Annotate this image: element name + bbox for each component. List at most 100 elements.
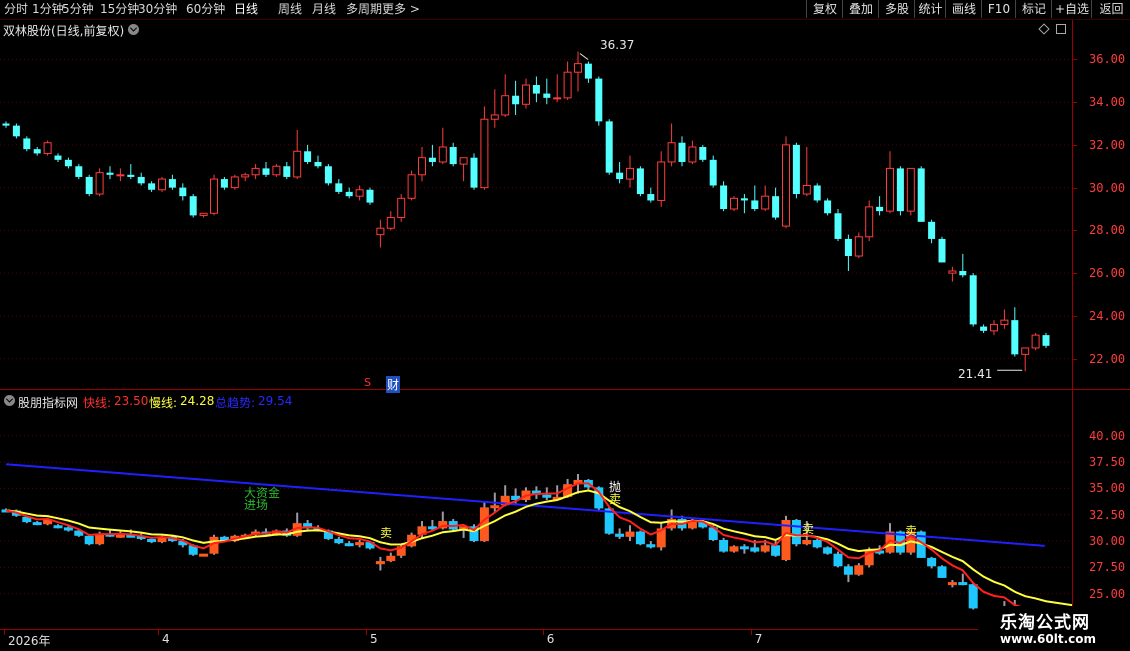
- candle-body-97: [1011, 320, 1019, 355]
- price-tick-mark-5: [1073, 144, 1077, 146]
- event-marker[interactable]: S: [364, 376, 371, 389]
- ind-body-6: [63, 527, 73, 531]
- price-tick-3: 28.00: [1089, 223, 1126, 238]
- candle-body-10: [106, 172, 114, 175]
- candle-body-52: [543, 93, 551, 98]
- ind-body-5: [53, 525, 63, 529]
- ind-body-11: [115, 534, 125, 538]
- candle-body-26: [272, 165, 281, 176]
- candle-body-2: [23, 138, 31, 150]
- ind-body-91: [947, 582, 957, 586]
- enter-label: 进场: [244, 498, 269, 512]
- candle-body-69: [720, 185, 728, 209]
- candle-body-11: [116, 174, 125, 177]
- candle-body-71: [740, 198, 748, 201]
- candle-body-88: [917, 168, 925, 222]
- date-label-1: 4: [162, 632, 170, 646]
- candle-body-81: [844, 238, 852, 257]
- candle-body-13: [137, 176, 145, 184]
- ind-body-72: [750, 547, 760, 552]
- candle-body-55: [574, 63, 582, 73]
- indicator-name: 股朋指标网: [18, 396, 79, 410]
- candle-body-82: [854, 236, 863, 257]
- candle-body-25: [262, 168, 270, 175]
- ind-body-52: [542, 494, 552, 498]
- indicator-dropdown-icon[interactable]: [4, 395, 15, 406]
- price-tick-mark-4: [1073, 187, 1077, 189]
- date-label-0: 2026年: [8, 634, 51, 648]
- ind-body-89: [927, 557, 937, 567]
- price-tick-mark-7: [1073, 59, 1077, 61]
- candle-body-12: [127, 174, 135, 177]
- candle-body-14: [148, 183, 156, 190]
- ind-body-47: [490, 505, 500, 509]
- date-tick-2: [366, 630, 367, 635]
- candle-body-1: [12, 125, 20, 137]
- candle-body-89: [928, 221, 936, 239]
- date-tick-3: [542, 630, 544, 635]
- candle-body-95: [990, 323, 998, 332]
- candle-body-62: [647, 194, 655, 201]
- fast-line-value: 23.50: [114, 394, 149, 408]
- slow-line-value: 24.28: [180, 394, 215, 408]
- candle-body-49: [512, 95, 520, 105]
- candle-body-99: [1031, 334, 1040, 349]
- ind-body-36: [375, 561, 385, 565]
- candle-body-37: [386, 217, 395, 229]
- ind-body-73: [760, 545, 770, 552]
- candle-body-16: [168, 179, 176, 188]
- panel-separator[interactable]: [0, 389, 1130, 390]
- price-tick-mark-2: [1073, 273, 1077, 275]
- sell-label-3: 卖: [905, 524, 918, 538]
- price-tick-mark-6: [1073, 102, 1077, 104]
- price-tick-5: 32.00: [1089, 137, 1126, 152]
- ind-body-71: [739, 546, 749, 550]
- candle-body-0: [2, 123, 10, 126]
- candle-body-60: [626, 167, 634, 180]
- candle-body-17: [179, 187, 187, 197]
- candle-body-47: [490, 114, 499, 120]
- candle-body-18: [189, 196, 197, 216]
- ind-body-74: [771, 545, 781, 556]
- site-url: www.60lt.com: [1000, 632, 1097, 646]
- ind-tick-6: 40.00: [1089, 428, 1126, 443]
- back-button[interactable]: 返回: [1091, 0, 1130, 18]
- candle-body-54: [563, 71, 572, 99]
- candle-body-32: [335, 183, 343, 192]
- ind-body-79: [823, 547, 833, 554]
- fast-line-label: 快线:: [83, 396, 112, 410]
- candle-body-84: [876, 206, 884, 212]
- candle-body-68: [709, 159, 717, 186]
- ind-body-76: [791, 520, 801, 545]
- candle-body-61: [636, 168, 644, 195]
- candle-body-58: [605, 121, 613, 173]
- candle-body-31: [324, 166, 332, 184]
- ind-tick-1: 27.50: [1089, 560, 1126, 575]
- date-axis: 2026年 4 5 6 7: [0, 629, 1072, 651]
- candle-body-23: [241, 174, 250, 178]
- ind-body-78: [812, 540, 822, 548]
- candle-body-74: [772, 196, 780, 218]
- ind-body-19: [199, 553, 209, 557]
- candle-body-98: [1021, 347, 1030, 355]
- ind-tick-0: 25.00: [1089, 586, 1126, 601]
- earnings-tag[interactable]: 财: [386, 376, 401, 393]
- candle-body-43: [449, 147, 457, 165]
- ind-body-33: [344, 543, 354, 547]
- candle-body-85: [886, 167, 894, 212]
- candle-body-20: [210, 178, 218, 214]
- candle-body-80: [834, 213, 842, 239]
- ind-body-60: [625, 531, 635, 537]
- candle-body-72: [751, 200, 759, 209]
- candle-body-50: [522, 84, 530, 105]
- candle-body-83: [865, 206, 874, 238]
- ind-tick-2: 30.00: [1089, 534, 1126, 549]
- candle-body-38: [397, 197, 406, 219]
- candle-body-15: [158, 178, 166, 191]
- date-label-3: 6: [546, 632, 555, 646]
- ind-body-32: [334, 538, 344, 544]
- candle-body-94: [980, 326, 988, 331]
- candle-body-91: [948, 270, 957, 274]
- candle-body-56: [584, 63, 592, 79]
- candle-body-96: [1000, 319, 1009, 325]
